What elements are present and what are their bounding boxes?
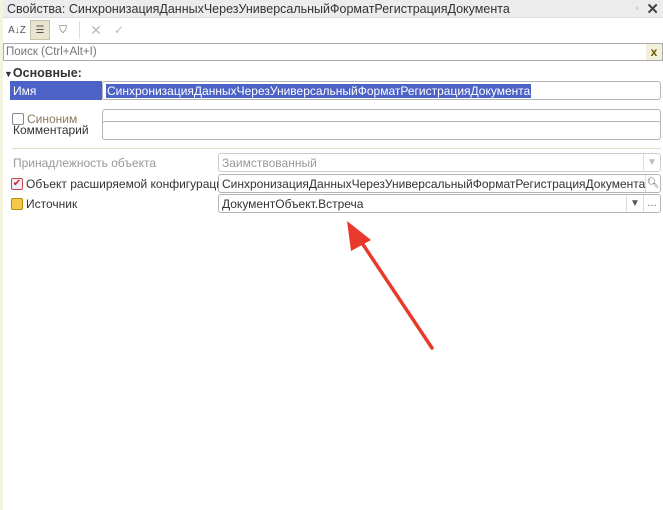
annotation-arrow (347, 221, 434, 350)
